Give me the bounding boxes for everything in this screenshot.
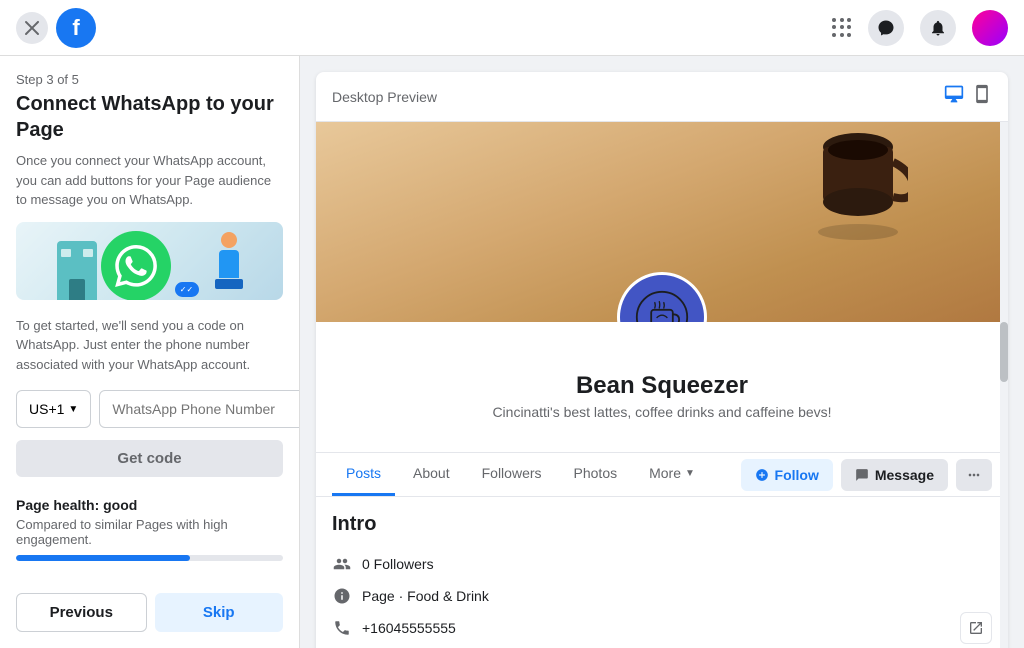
whatsapp-logo <box>101 231 171 300</box>
messenger-icon[interactable] <box>868 10 904 46</box>
whatsapp-illustration: ✓✓ <box>16 222 283 300</box>
phone-intro-item: +16045555555 <box>332 612 992 644</box>
notifications-icon[interactable] <box>920 10 956 46</box>
facebook-logo: f <box>56 8 96 48</box>
preview-body: BEAN SQUEEZER COFFEE Bean Squeezer Cinci… <box>316 122 1008 648</box>
more-button[interactable] <box>956 459 992 491</box>
progress-bar-background <box>16 555 283 561</box>
bottom-buttons: Previous Skip <box>16 577 283 632</box>
message-button[interactable]: Message <box>841 459 948 491</box>
follow-label: Follow <box>775 467 819 483</box>
right-panel: Desktop Preview <box>300 56 1024 648</box>
cover-photo: BEAN SQUEEZER COFFEE <box>316 122 1008 322</box>
message-label: Message <box>875 467 934 483</box>
country-select[interactable]: US+1 ▼ <box>16 390 91 428</box>
profile-picture-wrapper: BEAN SQUEEZER COFFEE <box>617 272 707 322</box>
scrollbar-thumb[interactable] <box>1000 322 1008 382</box>
external-link-button[interactable] <box>960 612 992 644</box>
followers-intro-item: 0 Followers <box>332 548 992 580</box>
main-layout: Step 3 of 5 Connect WhatsApp to your Pag… <box>0 56 1024 648</box>
chevron-down-icon: ▼ <box>68 404 78 415</box>
apps-grid-icon[interactable] <box>832 18 852 38</box>
tab-followers[interactable]: Followers <box>468 453 556 496</box>
preview-container: Desktop Preview <box>316 72 1008 648</box>
coffee-mug-image <box>808 132 908 242</box>
nav-right <box>832 10 1008 46</box>
profile-picture: BEAN SQUEEZER COFFEE <box>617 272 707 322</box>
page-info-section: Bean Squeezer Cincinatti's best lattes, … <box>316 322 1008 453</box>
tab-photos[interactable]: Photos <box>560 453 632 496</box>
phone-number-input[interactable] <box>99 390 300 428</box>
scrollbar-track[interactable] <box>1000 122 1008 648</box>
left-panel: Step 3 of 5 Connect WhatsApp to your Pag… <box>0 56 300 648</box>
step-label: Step 3 of 5 <box>16 72 283 87</box>
phone-icon <box>332 618 352 638</box>
page-name: Bean Squeezer <box>336 372 988 400</box>
country-code: US+1 <box>29 401 64 417</box>
skip-button[interactable]: Skip <box>155 593 284 632</box>
phone-input-row: US+1 ▼ <box>16 390 283 428</box>
tab-posts[interactable]: Posts <box>332 453 395 496</box>
step-description: Once you connect your WhatsApp account, … <box>16 151 283 210</box>
tab-about[interactable]: About <box>399 453 464 496</box>
mobile-view-icon[interactable] <box>972 84 992 109</box>
top-navigation: f <box>0 0 1024 56</box>
send-code-description: To get started, we'll send you a code on… <box>16 316 283 375</box>
page-navigation: Posts About Followers Photos More ▼ Foll… <box>316 453 1008 497</box>
chevron-down-icon: ▼ <box>685 468 695 479</box>
page-tagline: Cincinatti's best lattes, coffee drinks … <box>336 404 988 420</box>
follow-button[interactable]: Follow <box>741 459 833 491</box>
desktop-view-icon[interactable] <box>944 84 964 109</box>
tab-more[interactable]: More ▼ <box>635 453 709 496</box>
page-health-title: Page health: good <box>16 497 283 513</box>
close-button[interactable] <box>16 12 48 44</box>
info-icon <box>332 586 352 606</box>
page-health-description: Compared to similar Pages with high enga… <box>16 517 283 547</box>
page-action-buttons: Follow Message <box>741 459 992 491</box>
phone-number: +16045555555 <box>362 620 456 636</box>
nav-left: f <box>16 8 96 48</box>
page-category: Page · Food & Drink <box>362 588 489 604</box>
previous-button[interactable]: Previous <box>16 593 147 632</box>
progress-bar-fill <box>16 555 190 561</box>
followers-icon <box>332 554 352 574</box>
preview-view-icons <box>944 84 992 109</box>
preview-header: Desktop Preview <box>316 72 1008 122</box>
category-intro-item: Page · Food & Drink <box>332 580 992 612</box>
preview-title: Desktop Preview <box>332 89 437 105</box>
get-code-button[interactable]: Get code <box>16 440 283 477</box>
illustration-inner: ✓✓ <box>57 222 243 300</box>
followers-count: 0 Followers <box>362 556 434 572</box>
intro-section: Intro 0 Followers Page · Food & Drink <box>316 497 1008 648</box>
user-avatar[interactable] <box>972 10 1008 46</box>
step-title: Connect WhatsApp to your Page <box>16 91 283 143</box>
page-nav-tabs: Posts About Followers Photos More ▼ <box>332 453 709 496</box>
page-health-section: Page health: good Compared to similar Pa… <box>16 497 283 561</box>
intro-title: Intro <box>332 513 992 536</box>
